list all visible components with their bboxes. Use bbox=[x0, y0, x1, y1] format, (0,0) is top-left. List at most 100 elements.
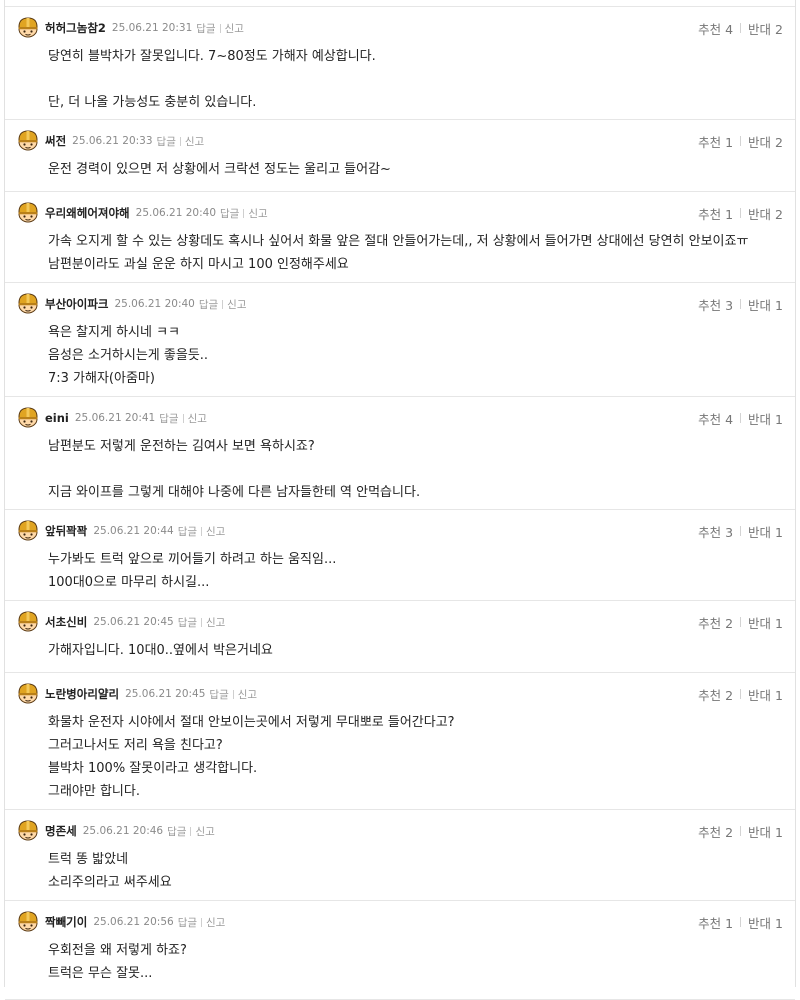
avatar-helmet-icon bbox=[17, 610, 39, 632]
upvote-label: 추천 bbox=[698, 615, 722, 631]
reply-link[interactable]: 답글 bbox=[178, 524, 197, 539]
upvote-label: 추천 bbox=[698, 134, 722, 150]
comment-nickname[interactable]: 써전 bbox=[45, 133, 66, 149]
comment-nickname[interactable]: 서초신비 bbox=[45, 614, 87, 630]
comment-meta: 짝빼기이 25.06.21 20:56 답글 신고 bbox=[45, 914, 225, 930]
downvote-button[interactable]: 반대 2 bbox=[748, 204, 783, 223]
upvote-button[interactable]: 추천 3 bbox=[698, 522, 733, 541]
comment-date: 25.06.21 20:40 bbox=[114, 298, 195, 310]
comment-meta: 앞뒤꽉꽉 25.06.21 20:44 답글 신고 bbox=[45, 523, 225, 539]
comment-item: 앞뒤꽉꽉 25.06.21 20:44 답글 신고 추천 3 반대 1 누가봐도… bbox=[5, 510, 795, 601]
comment-text-line: 당연히 블박차가 잘못입니다. 7~80정도 가해자 예상합니다. bbox=[48, 49, 376, 64]
comment-body: 남편분도 저렇게 운전하는 김여사 보면 욕하시죠? 지금 와이프를 그렇게 대해… bbox=[48, 435, 775, 504]
report-link[interactable]: 신고 bbox=[227, 297, 246, 312]
comment-nickname[interactable]: 부산아이파크 bbox=[45, 296, 108, 312]
reply-link[interactable]: 답글 bbox=[159, 411, 178, 426]
upvote-button[interactable]: 추천 2 bbox=[698, 613, 733, 632]
downvote-button[interactable]: 반대 1 bbox=[748, 913, 783, 932]
upvote-button[interactable]: 추천 1 bbox=[698, 204, 733, 223]
downvote-button[interactable]: 반대 1 bbox=[748, 409, 783, 428]
comment-text-line: 100대0으로 마무리 하시길... bbox=[48, 575, 210, 590]
upvote-button[interactable]: 추천 4 bbox=[698, 409, 733, 428]
report-link[interactable]: 신고 bbox=[206, 615, 225, 630]
avatar-helmet-icon bbox=[17, 910, 39, 932]
comment-nickname[interactable]: eini bbox=[45, 411, 69, 425]
vote-box: 추천 1 반대 1 bbox=[698, 913, 783, 931]
downvote-button[interactable]: 반대 1 bbox=[748, 685, 783, 704]
comment-nickname[interactable]: 짝빼기이 bbox=[45, 914, 87, 930]
avatar-helmet-icon bbox=[17, 16, 39, 38]
reply-link[interactable]: 답글 bbox=[178, 915, 197, 930]
comment-text-line: 지금 와이프를 그렇게 대해야 나중에 다른 남자들한테 역 안먹습니다. bbox=[48, 485, 421, 500]
comment-text-line: 가해자입니다. 10대0..옆에서 박은거네요 bbox=[48, 643, 273, 658]
comment-text-line: 그러고나서도 저리 욕을 친다고? bbox=[48, 738, 223, 753]
report-link[interactable]: 신고 bbox=[225, 21, 244, 36]
vote-box: 추천 3 반대 1 bbox=[698, 295, 783, 313]
vote-box: 추천 4 반대 2 bbox=[698, 19, 783, 37]
upvote-button[interactable]: 추천 3 bbox=[698, 295, 733, 314]
comment-body: 누가봐도 트럭 앞으로 끼어들기 하려고 하는 움직임... 100대0으로 마무… bbox=[48, 548, 775, 594]
downvote-button[interactable]: 반대 1 bbox=[748, 295, 783, 314]
upvote-button[interactable]: 추천 1 bbox=[698, 132, 733, 151]
downvote-label: 반대 bbox=[748, 687, 772, 703]
downvote-count: 2 bbox=[775, 206, 783, 222]
divider bbox=[219, 23, 221, 33]
comment-body: 우회전을 왜 저렇게 하죠? 트럭은 무슨 잘못... bbox=[48, 939, 775, 985]
upvote-button[interactable]: 추천 4 bbox=[698, 19, 733, 38]
report-link[interactable]: 신고 bbox=[185, 134, 204, 149]
downvote-label: 반대 bbox=[748, 915, 772, 931]
upvote-count: 3 bbox=[725, 524, 734, 540]
comment-nickname[interactable]: 앞뒤꽉꽉 bbox=[45, 523, 87, 539]
downvote-label: 반대 bbox=[748, 615, 772, 631]
reply-link[interactable]: 답글 bbox=[220, 206, 239, 221]
comment-text-line: 7:3 가해자(아줌마) bbox=[48, 371, 155, 386]
comment-date: 25.06.21 20:45 bbox=[125, 688, 206, 700]
downvote-button[interactable]: 반대 2 bbox=[748, 19, 783, 38]
divider bbox=[201, 917, 203, 927]
comment-nickname[interactable]: 명존세 bbox=[45, 823, 77, 839]
vote-box: 추천 2 반대 1 bbox=[698, 613, 783, 631]
report-link[interactable]: 신고 bbox=[188, 411, 207, 426]
report-link[interactable]: 신고 bbox=[206, 915, 225, 930]
report-link[interactable]: 신고 bbox=[206, 524, 225, 539]
downvote-button[interactable]: 반대 1 bbox=[748, 522, 783, 541]
upvote-button[interactable]: 추천 2 bbox=[698, 822, 733, 841]
downvote-count: 1 bbox=[775, 524, 783, 540]
comment-meta: 서초신비 25.06.21 20:45 답글 신고 bbox=[45, 614, 225, 630]
divider bbox=[740, 208, 742, 218]
divider bbox=[740, 526, 742, 536]
reply-link[interactable]: 답글 bbox=[209, 687, 228, 702]
comment-nickname[interactable]: 허허그놈참2 bbox=[45, 20, 106, 36]
comment-nickname[interactable]: 노란병아리얄리 bbox=[45, 686, 119, 702]
comment-text-line: 블박차 100% 잘못이라고 생각합니다. bbox=[48, 761, 258, 776]
downvote-count: 2 bbox=[775, 134, 783, 150]
upvote-count: 2 bbox=[725, 687, 734, 703]
report-link[interactable]: 신고 bbox=[238, 687, 257, 702]
divider bbox=[740, 413, 742, 423]
upvote-count: 4 bbox=[725, 411, 734, 427]
downvote-button[interactable]: 반대 1 bbox=[748, 613, 783, 632]
report-link[interactable]: 신고 bbox=[248, 206, 267, 221]
reply-link[interactable]: 답글 bbox=[167, 824, 186, 839]
downvote-button[interactable]: 반대 1 bbox=[748, 822, 783, 841]
downvote-button[interactable]: 반대 2 bbox=[748, 132, 783, 151]
reply-link[interactable]: 답글 bbox=[196, 21, 215, 36]
comment-date: 25.06.21 20:46 bbox=[82, 825, 164, 837]
comment-date: 25.06.21 20:56 bbox=[93, 916, 174, 928]
upvote-count: 1 bbox=[725, 915, 734, 931]
avatar-helmet-icon bbox=[17, 519, 39, 541]
report-link[interactable]: 신고 bbox=[195, 824, 214, 839]
upvote-count: 1 bbox=[725, 206, 734, 222]
upvote-button[interactable]: 추천 2 bbox=[698, 685, 733, 704]
upvote-button[interactable]: 추천 1 bbox=[698, 913, 733, 932]
reply-link[interactable]: 답글 bbox=[178, 615, 197, 630]
comment-text-line: 그래야만 합니다. bbox=[48, 784, 140, 799]
comment-date: 25.06.21 20:40 bbox=[135, 207, 216, 219]
comment-nickname[interactable]: 우리왜헤어져야해 bbox=[45, 205, 130, 221]
comment-item: eini 25.06.21 20:41 답글 신고 추천 4 반대 1 남편분도… bbox=[5, 397, 795, 510]
reply-link[interactable]: 답글 bbox=[199, 297, 218, 312]
reply-link[interactable]: 답글 bbox=[157, 134, 176, 149]
comment-text-line: 소리주의라고 써주세요 bbox=[48, 875, 172, 890]
comment-text-line: 남편분이라도 과실 운운 하지 마시고 100 인정해주세요 bbox=[48, 257, 349, 272]
downvote-count: 1 bbox=[775, 297, 783, 313]
